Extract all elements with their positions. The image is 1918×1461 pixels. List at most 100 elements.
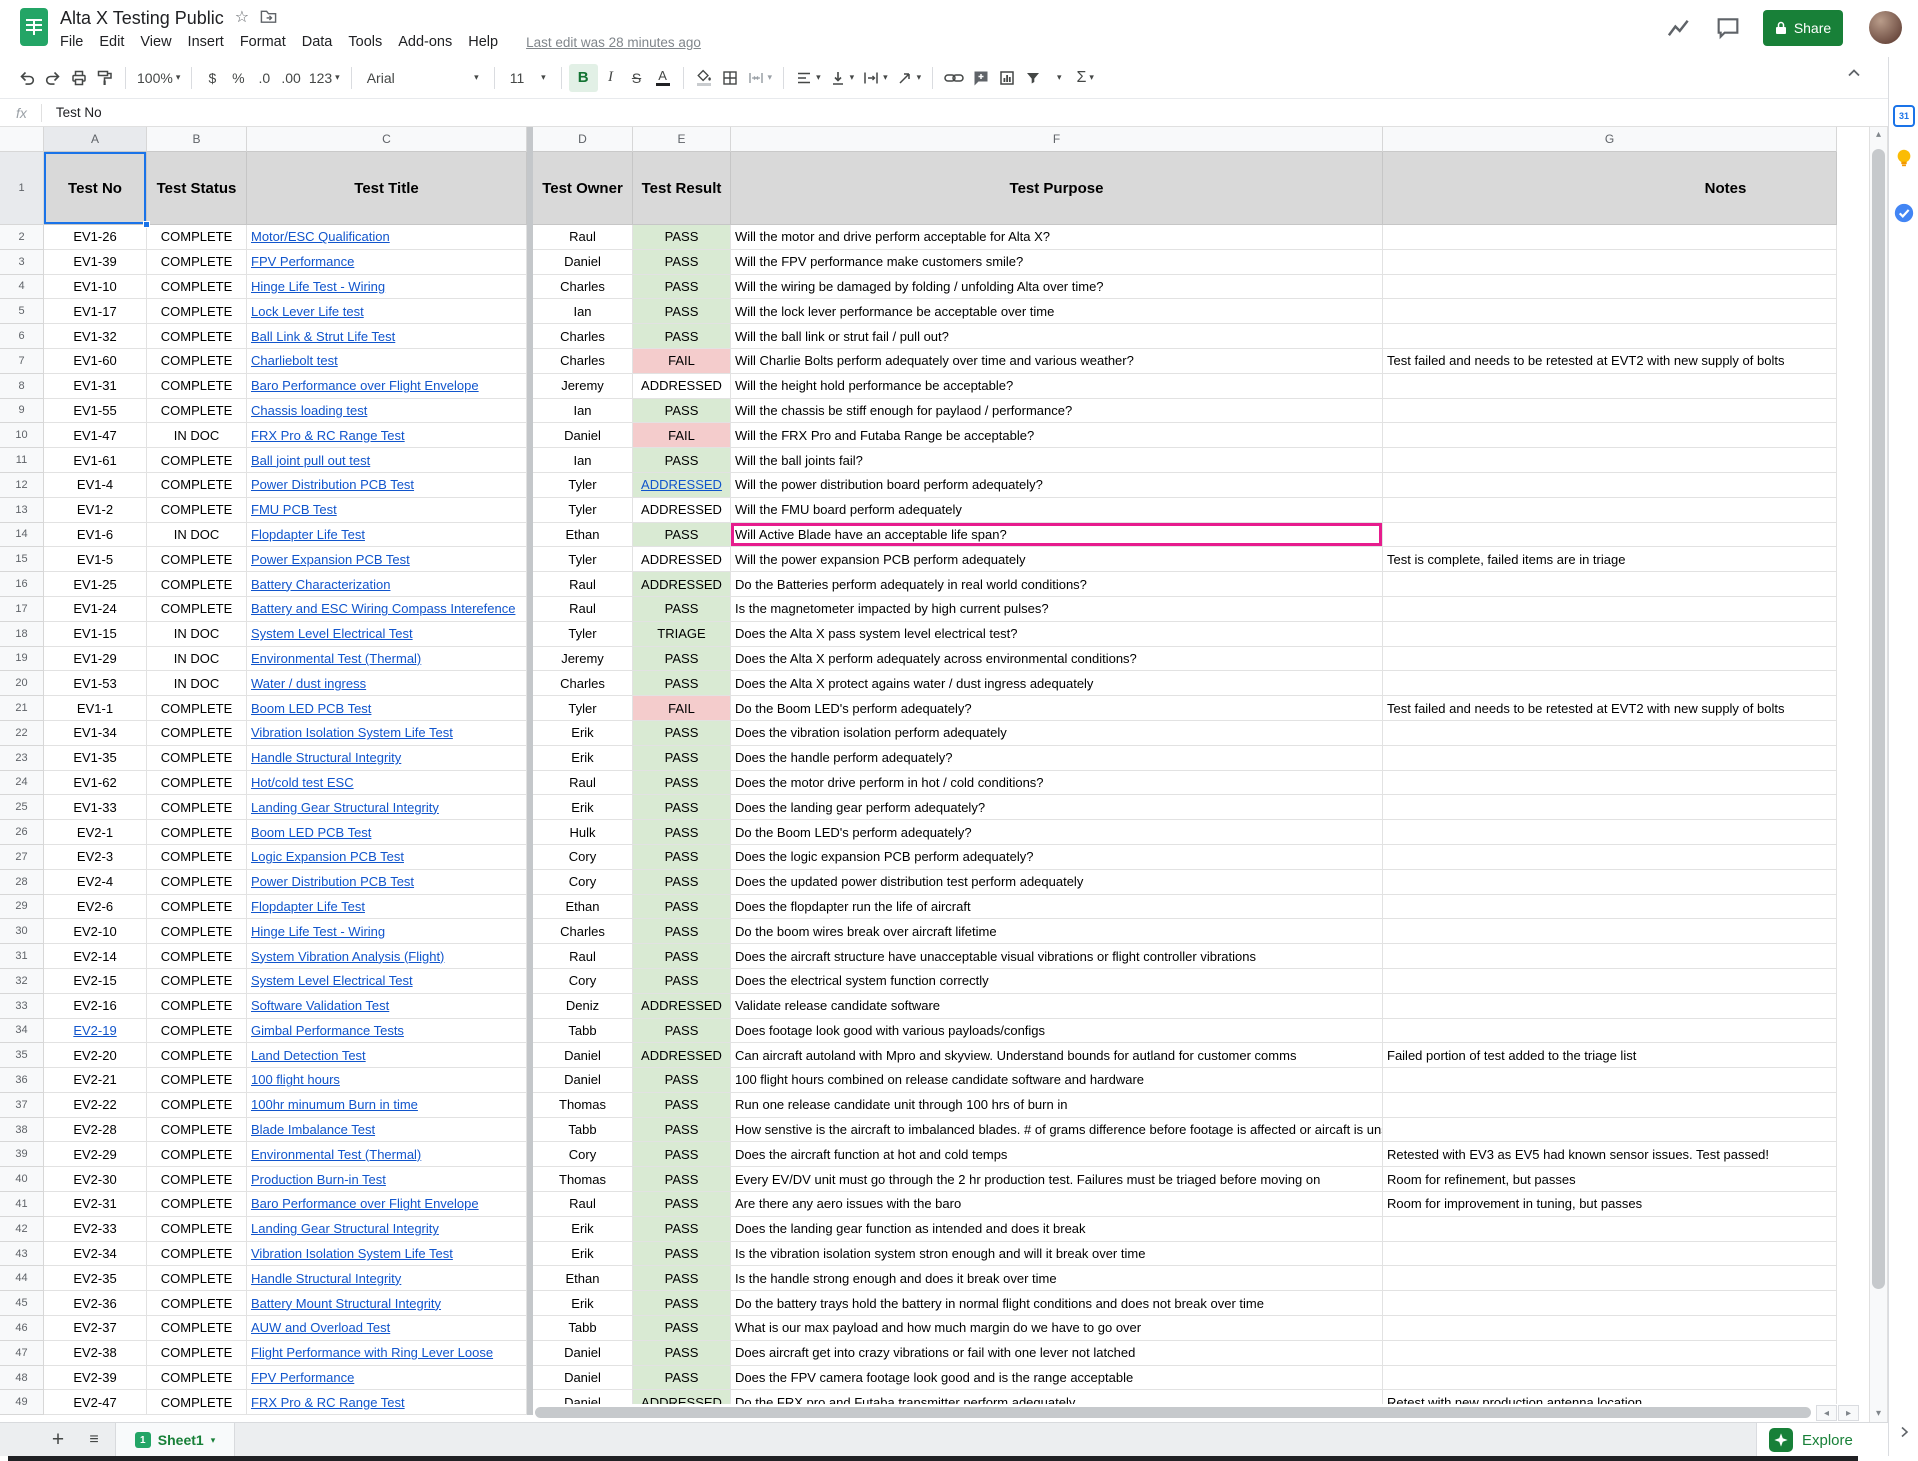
test-title-link[interactable]: Flopdapter Life Test — [251, 899, 365, 914]
cell-test-status[interactable]: COMPLETE — [147, 1167, 247, 1192]
cell-test-purpose[interactable]: Does the flopdapter run the life of airc… — [731, 895, 1383, 920]
cell-test-owner[interactable]: Ian — [533, 448, 633, 473]
cell-test-no[interactable]: EV1-60 — [44, 349, 147, 374]
cell-test-purpose[interactable]: Does the landing gear perform adequately… — [731, 795, 1383, 820]
cell-test-status[interactable]: IN DOC — [147, 523, 247, 548]
cell-test-result[interactable]: PASS — [633, 1266, 731, 1291]
cell-test-no[interactable]: EV2-30 — [44, 1167, 147, 1192]
cell-test-purpose[interactable]: Does the updated power distribution test… — [731, 870, 1383, 895]
cell-test-no[interactable]: EV2-14 — [44, 944, 147, 969]
cell-notes[interactable] — [1383, 671, 1837, 696]
cell-test-owner[interactable]: Tyler — [533, 622, 633, 647]
cell-test-purpose[interactable]: Does the landing gear function as intend… — [731, 1217, 1383, 1242]
cell-test-title[interactable]: Handle Structural Integrity — [247, 746, 527, 771]
cell-test-purpose[interactable]: Run one release candidate unit through 1… — [731, 1093, 1383, 1118]
cell-test-purpose[interactable]: Does the aircraft function at hot and co… — [731, 1142, 1383, 1167]
cell-test-result[interactable]: FAIL — [633, 696, 731, 721]
menu-view[interactable]: View — [132, 32, 179, 52]
cell-test-purpose[interactable]: Every EV/DV unit must go through the 2 h… — [731, 1167, 1383, 1192]
cell-test-title[interactable]: Vibration Isolation System Life Test — [247, 721, 527, 746]
column-header-B[interactable]: B — [147, 127, 247, 152]
test-title-link[interactable]: 100 flight hours — [251, 1072, 340, 1087]
cell-test-status[interactable]: COMPLETE — [147, 1019, 247, 1044]
row-number-46[interactable]: 46 — [0, 1316, 44, 1341]
row-number-38[interactable]: 38 — [0, 1118, 44, 1143]
test-title-link[interactable]: FMU PCB Test — [251, 502, 337, 517]
cell-test-owner[interactable]: Charles — [533, 349, 633, 374]
format-currency-button[interactable]: $ — [199, 64, 225, 92]
cell-test-status[interactable]: COMPLETE — [147, 771, 247, 796]
cell-test-status[interactable]: COMPLETE — [147, 324, 247, 349]
menu-data[interactable]: Data — [294, 32, 341, 52]
test-title-link[interactable]: Flight Performance with Ring Lever Loose — [251, 1345, 493, 1360]
cell-notes[interactable] — [1383, 597, 1837, 622]
cell-notes[interactable] — [1383, 746, 1837, 771]
scroll-down-icon[interactable]: ▾ — [1870, 1408, 1887, 1419]
cell-test-owner[interactable]: Tyler — [533, 498, 633, 523]
cell-notes[interactable] — [1383, 423, 1837, 448]
cell-test-no[interactable]: EV2-37 — [44, 1316, 147, 1341]
test-title-link[interactable]: Vibration Isolation System Life Test — [251, 1246, 453, 1261]
cell-test-status[interactable]: COMPLETE — [147, 1118, 247, 1143]
row-number-2[interactable]: 2 — [0, 225, 44, 250]
cell-test-owner[interactable]: Thomas — [533, 1093, 633, 1118]
cell-test-result[interactable]: PASS — [633, 1142, 731, 1167]
cell-test-purpose[interactable]: Are there any aero issues with the baro — [731, 1192, 1383, 1217]
cell-test-owner[interactable]: Erik — [533, 1217, 633, 1242]
menu-help[interactable]: Help — [460, 32, 506, 52]
header-cell-test-purpose[interactable]: Test Purpose — [731, 152, 1383, 225]
fill-color-button[interactable] — [691, 64, 717, 92]
cell-test-title[interactable]: Ball joint pull out test — [247, 448, 527, 473]
row-number-22[interactable]: 22 — [0, 721, 44, 746]
cell-test-status[interactable]: COMPLETE — [147, 1291, 247, 1316]
row-number-41[interactable]: 41 — [0, 1192, 44, 1217]
insert-chart-button[interactable] — [994, 64, 1020, 92]
cell-test-purpose[interactable]: Will the FPV performance make customers … — [731, 250, 1383, 275]
strikethrough-button[interactable]: S — [624, 64, 650, 92]
cell-notes[interactable] — [1383, 572, 1837, 597]
scroll-up-icon[interactable]: ▴ — [1870, 129, 1887, 140]
cell-test-owner[interactable]: Raul — [533, 572, 633, 597]
cell-test-result[interactable]: PASS — [633, 895, 731, 920]
test-title-link[interactable]: Boom LED PCB Test — [251, 701, 371, 716]
cell-test-status[interactable]: COMPLETE — [147, 299, 247, 324]
cell-test-purpose[interactable]: Do the battery trays hold the battery in… — [731, 1291, 1383, 1316]
horizontal-scrollbar[interactable]: ◂ ▸ — [533, 1404, 1869, 1422]
cell-test-owner[interactable]: Erik — [533, 1291, 633, 1316]
test-title-link[interactable]: Battery and ESC Wiring Compass Interefen… — [251, 601, 515, 616]
cell-test-status[interactable]: COMPLETE — [147, 1093, 247, 1118]
row-number-20[interactable]: 20 — [0, 671, 44, 696]
cell-test-purpose[interactable]: Will the motor and drive perform accepta… — [731, 225, 1383, 250]
grid-corner[interactable] — [0, 127, 44, 152]
row-number-15[interactable]: 15 — [0, 547, 44, 572]
test-title-link[interactable]: Charliebolt test — [251, 353, 338, 368]
cell-test-title[interactable]: Battery and ESC Wiring Compass Interefen… — [247, 597, 527, 622]
row-number-31[interactable]: 31 — [0, 944, 44, 969]
cell-test-no[interactable]: EV1-62 — [44, 771, 147, 796]
cell-test-result[interactable]: PASS — [633, 597, 731, 622]
cell-test-owner[interactable]: Tyler — [533, 547, 633, 572]
cell-test-owner[interactable]: Cory — [533, 845, 633, 870]
cell-test-status[interactable]: COMPLETE — [147, 349, 247, 374]
cell-test-purpose[interactable]: Will the ball joints fail? — [731, 448, 1383, 473]
cell-test-status[interactable]: COMPLETE — [147, 448, 247, 473]
cell-test-result[interactable]: ADDRESSED — [633, 572, 731, 597]
cell-test-no[interactable]: EV1-1 — [44, 696, 147, 721]
cell-notes[interactable] — [1383, 647, 1837, 672]
row-number-7[interactable]: 7 — [0, 349, 44, 374]
test-title-link[interactable]: Vibration Isolation System Life Test — [251, 725, 453, 740]
cell-test-no[interactable]: EV2-4 — [44, 870, 147, 895]
cell-test-no[interactable]: EV1-4 — [44, 473, 147, 498]
row-number-47[interactable]: 47 — [0, 1341, 44, 1366]
cell-test-purpose[interactable]: Does the Alta X pass system level electr… — [731, 622, 1383, 647]
test-title-link[interactable]: AUW and Overload Test — [251, 1320, 390, 1335]
cell-test-purpose[interactable]: Can aircraft autoland with Mpro and skyv… — [731, 1043, 1383, 1068]
sheet-tab-sheet1[interactable]: 1 Sheet1 ▾ — [115, 1423, 235, 1457]
all-sheets-button[interactable]: ≡ — [80, 1426, 108, 1454]
font-family-select[interactable]: Arial▾ — [359, 64, 487, 92]
cell-test-owner[interactable]: Charles — [533, 275, 633, 300]
cell-test-title[interactable]: Flopdapter Life Test — [247, 523, 527, 548]
row-number-43[interactable]: 43 — [0, 1242, 44, 1267]
cell-test-title[interactable]: Hot/cold test ESC — [247, 771, 527, 796]
test-title-link[interactable]: FRX Pro & RC Range Test — [251, 428, 405, 443]
